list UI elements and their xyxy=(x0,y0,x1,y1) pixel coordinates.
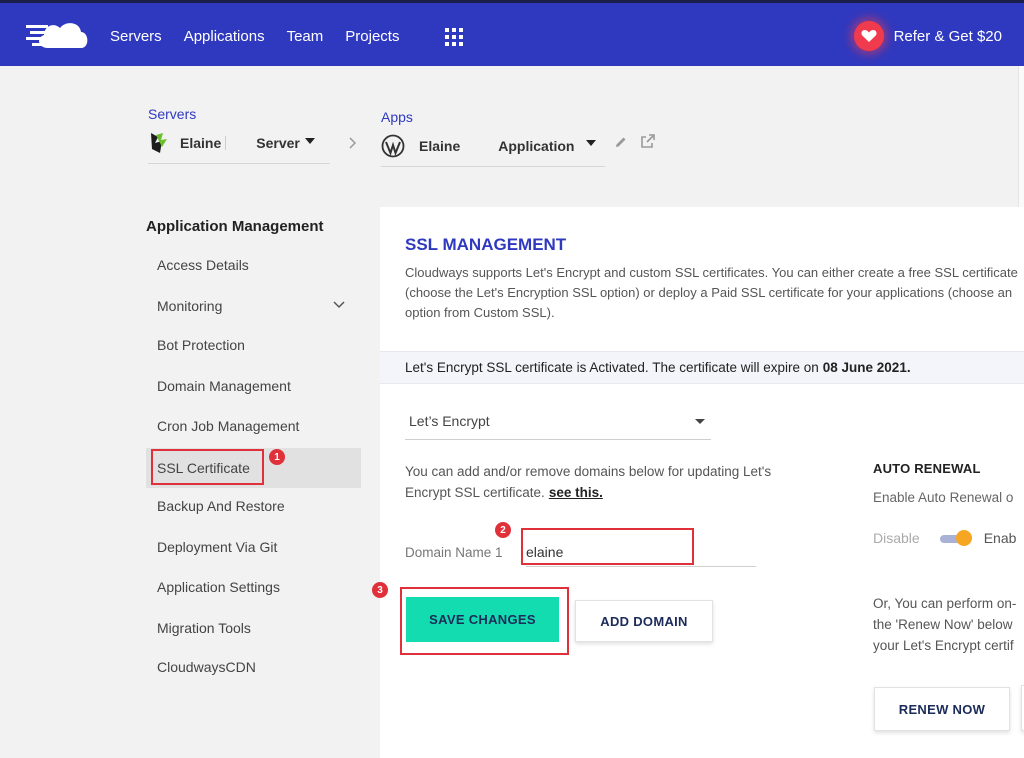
renew-now-button[interactable]: RENEW NOW xyxy=(874,687,1010,731)
domain-name-label: Domain Name 1 xyxy=(405,545,503,560)
refer-link[interactable]: Refer & Get $20 xyxy=(853,3,1002,69)
chevron-down-icon xyxy=(333,301,345,309)
refer-label: Refer & Get $20 xyxy=(893,27,1002,45)
breadcrumb-apps-label: Apps xyxy=(381,109,413,125)
sidebar-item-application-settings[interactable]: Application Settings xyxy=(146,568,361,606)
sidebar-item-label: Monitoring xyxy=(157,298,223,314)
server-caret-icon xyxy=(304,138,315,144)
sidebar-item-label: Deployment Via Git xyxy=(157,539,278,555)
sidebar-item-monitoring[interactable]: Monitoring xyxy=(146,287,361,325)
sidebar-item-label: Cron Job Management xyxy=(157,418,300,434)
auto-renewal-toggle-row: Disable Enab xyxy=(873,530,1016,546)
ssl-type-select[interactable]: Let’s Encrypt xyxy=(405,402,711,440)
heart-icon xyxy=(853,21,884,51)
annotation-box-save-changes xyxy=(400,587,569,655)
ssl-description: Cloudways supports Let's Encrypt and cus… xyxy=(405,265,1018,320)
annotation-box-ssl-certificate xyxy=(151,449,264,485)
add-domain-button[interactable]: ADD DOMAIN xyxy=(575,600,713,642)
breadcrumb-servers-label: Servers xyxy=(148,106,197,122)
nav-servers[interactable]: Servers xyxy=(110,28,162,45)
external-link-icon[interactable] xyxy=(641,134,655,148)
sidebar-item-cron-job-management[interactable]: Cron Job Management xyxy=(146,407,361,445)
apps-grid-icon[interactable] xyxy=(445,28,463,46)
annotation-box-domain-input xyxy=(521,528,694,565)
toggle-enable-label: Enab xyxy=(983,530,1017,546)
sidebar-item-label: Access Details xyxy=(157,257,249,273)
nav-projects[interactable]: Projects xyxy=(345,28,399,45)
auto-renewal-description: Enable Auto Renewal o xyxy=(873,490,1014,505)
server-name: Elaine xyxy=(180,135,222,151)
sidebar-item-label: Application Settings xyxy=(157,579,280,595)
nav-team[interactable]: Team xyxy=(287,28,324,45)
annotation-badge-3: 3 xyxy=(372,582,388,598)
app-type: Application xyxy=(498,138,575,154)
toggle-knob xyxy=(955,530,972,546)
see-this-link[interactable]: see this. xyxy=(549,485,603,500)
renew-description: Or, You can perform on- the 'Renew Now' … xyxy=(873,593,1016,656)
app-caret-icon xyxy=(586,140,597,146)
auto-renewal-toggle[interactable] xyxy=(939,530,972,546)
breadcrumb-chevron-right-icon xyxy=(349,136,357,154)
sidebar-item-bot-protection[interactable]: Bot Protection xyxy=(146,326,361,364)
notice-expiry-date: 08 June 2021. xyxy=(822,360,911,375)
notice-text: Let's Encrypt SSL certificate is Activat… xyxy=(405,360,819,375)
sidebar-item-migration-tools[interactable]: Migration Tools xyxy=(146,609,361,647)
panel-content: SSL MANAGEMENT Cloudways supports Let's … xyxy=(380,207,1024,758)
ssl-type-selected: Let’s Encrypt xyxy=(409,412,490,429)
app-name: Elaine xyxy=(419,138,461,154)
server-selector[interactable]: Elaine Server xyxy=(148,131,330,164)
server-provider-icon xyxy=(151,133,167,153)
wordpress-icon xyxy=(381,134,405,158)
sidebar-item-deployment-via-git[interactable]: Deployment Via Git xyxy=(146,528,361,566)
sidebar-item-cloudwayscdn[interactable]: CloudwaysCDN xyxy=(146,648,361,686)
app-selector[interactable]: Elaine Application xyxy=(381,134,605,167)
sidebar-item-label: Backup And Restore xyxy=(157,498,285,514)
cloudways-logo-icon[interactable] xyxy=(26,16,92,52)
sidebar-item-label: Domain Management xyxy=(157,378,291,394)
renew-description-line: the 'Renew Now' below xyxy=(873,617,1013,632)
annotation-badge-1: 1 xyxy=(269,449,285,465)
toggle-disable-label: Disable xyxy=(873,530,920,546)
sidebar-item-label: CloudwaysCDN xyxy=(157,659,256,675)
sidebar-item-label: Bot Protection xyxy=(157,337,245,353)
ssl-management-panel: SSL MANAGEMENT Cloudways supports Let's … xyxy=(380,207,1024,758)
nav-applications[interactable]: Applications xyxy=(184,28,265,45)
select-caret-icon xyxy=(695,419,705,424)
sidebar-item-domain-management[interactable]: Domain Management xyxy=(146,367,361,405)
sidebar-item-access-details[interactable]: Access Details xyxy=(146,246,361,284)
ssl-title: SSL MANAGEMENT xyxy=(405,235,567,254)
server-name-divider xyxy=(225,136,227,150)
ssl-status-notice: Let's Encrypt SSL certificate is Activat… xyxy=(380,351,1024,384)
server-type: Server xyxy=(256,135,300,151)
renew-description-line: Or, You can perform on- xyxy=(873,596,1017,611)
edit-pencil-icon[interactable] xyxy=(615,136,627,148)
top-nav-bar: Servers Applications Team Projects Refer… xyxy=(0,0,1024,66)
renew-description-line: your Let's Encrypt certif xyxy=(873,638,1014,653)
sidebar-title: Application Management xyxy=(146,218,324,235)
auto-renewal-title: AUTO RENEWAL xyxy=(873,461,981,476)
annotation-badge-2: 2 xyxy=(495,522,511,538)
domains-description: You can add and/or remove domains below … xyxy=(405,461,805,503)
sidebar-item-backup-and-restore[interactable]: Backup And Restore xyxy=(146,487,361,525)
sidebar-item-label: Migration Tools xyxy=(157,620,251,636)
